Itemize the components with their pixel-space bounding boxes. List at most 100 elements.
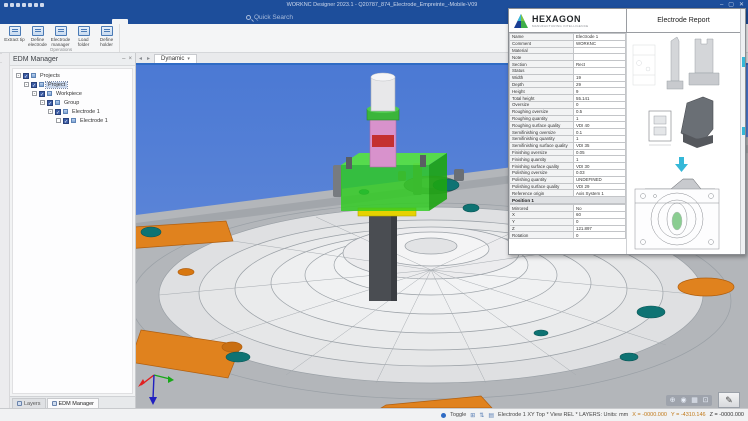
tree-node-icon <box>47 91 52 96</box>
position-value: 121.897 <box>574 225 626 232</box>
tab-nav-left-icon[interactable]: ◂ <box>136 55 144 63</box>
parameter-value: 0 <box>574 101 626 108</box>
view-rotate-icon[interactable]: ⊕ <box>668 396 677 405</box>
checkbox-checked-icon[interactable]: ✓ <box>31 82 37 88</box>
checkbox-checked-icon[interactable]: ✓ <box>39 91 45 97</box>
position-value: No <box>574 205 626 212</box>
position-value: 60 <box>574 211 626 218</box>
position-value: 0 <box>574 232 626 239</box>
parameter-value: 1 <box>574 115 626 122</box>
quick-access-icon[interactable] <box>10 3 14 7</box>
ribbon-button[interactable]: Define electrode <box>27 25 48 47</box>
ribbon-button[interactable]: Define holder <box>96 25 117 47</box>
ribbon-button[interactable]: Load folder <box>73 25 94 47</box>
tree-node-label: Project <box>46 82 67 88</box>
checkbox-checked-icon[interactable]: ✓ <box>23 73 29 79</box>
parameter-value: VDI 35 <box>574 142 626 149</box>
parameter-value: WORKNC <box>574 40 626 47</box>
side-vertical-tab[interactable] <box>0 62 2 71</box>
quick-search-label: Quick Search <box>254 14 293 21</box>
parameter-value: 19 <box>574 74 626 81</box>
parameter-value <box>574 67 626 74</box>
panel-bottom-tab[interactable]: Layers <box>12 398 46 408</box>
ribbon-button-icon <box>55 26 67 36</box>
position-section-header: Position 1 <box>509 197 626 204</box>
parameter-label: Finishing surface quality <box>510 163 574 170</box>
brand-block: HEXAGON MANUFACTURING INTELLIGENCE <box>509 9 627 32</box>
quick-access-icon[interactable] <box>28 3 32 7</box>
green-holder-block <box>341 165 429 211</box>
tree-expander-icon[interactable]: - <box>48 109 53 114</box>
status-grid-icon[interactable]: ⊞ <box>470 412 475 419</box>
parameter-label: Section <box>510 61 574 68</box>
toggle-label: Toggle <box>450 412 466 418</box>
tree-node-label: Projects <box>38 73 62 79</box>
status-swap-icon[interactable]: ⇅ <box>479 412 484 419</box>
tree-expander-icon[interactable]: - <box>16 73 21 78</box>
edm-panel-title: EDM Manager <box>13 56 119 63</box>
tree-expander-icon[interactable]: - <box>24 82 29 87</box>
parameter-row: Status <box>510 67 626 74</box>
ribbon-button[interactable]: Electrode manager <box>50 25 71 47</box>
ribbon-button-icon <box>9 26 21 36</box>
quick-access-icon[interactable] <box>4 3 8 7</box>
quick-access-icon[interactable] <box>34 3 38 7</box>
parameter-value: Rect <box>574 61 626 68</box>
view-zoom-icon[interactable]: ▦ <box>690 396 699 405</box>
quick-access-icon[interactable] <box>16 3 20 7</box>
status-layers-icon[interactable]: ▤ <box>488 412 494 419</box>
tree-node[interactable]: - ✓ Workpiece <box>13 89 132 98</box>
parameter-row: Polishing quantity UNDEFINED <box>510 176 626 183</box>
ribbon-group-label: Operations <box>2 47 120 52</box>
viewport-view-tab[interactable]: Dynamic ▾ <box>154 54 197 63</box>
viewport-toolbar[interactable]: ⊕ ◉ ▦ ⊡ <box>666 395 712 406</box>
white-cylinder <box>371 77 395 111</box>
close-icon[interactable]: × <box>128 56 132 62</box>
parameter-label: Roughing oversize <box>510 108 574 115</box>
parameter-label: Semifinishing quantity <box>510 135 574 142</box>
parameter-row: Height 9 <box>510 88 626 95</box>
parameter-value: 9 <box>574 88 626 95</box>
tree-node[interactable]: - ✓ Group <box>13 98 132 107</box>
parameter-value: 0.05 <box>574 149 626 156</box>
quick-access-icon[interactable] <box>22 3 26 7</box>
side-vertical-tab[interactable] <box>0 53 2 62</box>
parameter-row: Name Electrode 1 <box>510 34 626 41</box>
tree-expander-icon[interactable] <box>56 118 61 123</box>
panel-bottom-tab[interactable]: EDM Manager <box>47 398 99 408</box>
parameter-row: Total height 55.141 <box>510 95 626 102</box>
parameter-label: Finishing quantity <box>510 156 574 163</box>
scrollbar-marker[interactable] <box>742 127 745 135</box>
toggle-indicator-icon[interactable] <box>441 413 446 418</box>
report-parameter-table: Name Electrode 1 Comment WORKNC Material… <box>509 33 627 254</box>
parameter-value: UNDEFINED <box>574 176 626 183</box>
checkbox-checked-icon[interactable]: ✓ <box>63 118 69 124</box>
quick-access-toolbar[interactable] <box>4 3 44 7</box>
ribbon-button-icon <box>101 26 113 36</box>
parameter-value: 55.141 <box>574 95 626 102</box>
tree-expander-icon[interactable]: - <box>32 91 37 96</box>
parameter-row: Note <box>510 54 626 61</box>
report-scrollbar[interactable] <box>740 9 745 254</box>
parameter-label: Polishing oversize <box>510 169 574 176</box>
tree-expander-icon[interactable]: - <box>40 100 45 105</box>
checkbox-checked-icon[interactable]: ✓ <box>47 100 53 106</box>
parameter-value: Axis System 1 <box>574 190 626 197</box>
quick-search[interactable]: Quick Search <box>240 10 299 24</box>
tree-node[interactable]: - ✓ Project <box>13 80 132 89</box>
scrollbar-marker[interactable] <box>742 57 745 67</box>
tab-nav-right-icon[interactable]: ▸ <box>144 55 152 63</box>
insertion-arrow-icon <box>675 157 688 172</box>
tree-node[interactable]: - ✓ Projects <box>13 71 132 80</box>
parameter-label: Total height <box>510 95 574 102</box>
position-row: Y 0 <box>510 218 626 225</box>
tree-node[interactable]: - ✓ Electrode 1 <box>13 107 132 116</box>
tree-node[interactable]: ✓ Electrode 1 <box>13 116 132 125</box>
ribbon-button[interactable]: Extract tip <box>4 25 25 47</box>
view-fit-icon[interactable]: ⊡ <box>701 396 710 405</box>
pin-icon[interactable]: – <box>122 56 125 62</box>
checkbox-checked-icon[interactable]: ✓ <box>55 109 61 115</box>
position-value: 0 <box>574 218 626 225</box>
annotation-tool-button[interactable]: ✎ <box>718 392 740 408</box>
view-pan-icon[interactable]: ◉ <box>679 396 688 405</box>
